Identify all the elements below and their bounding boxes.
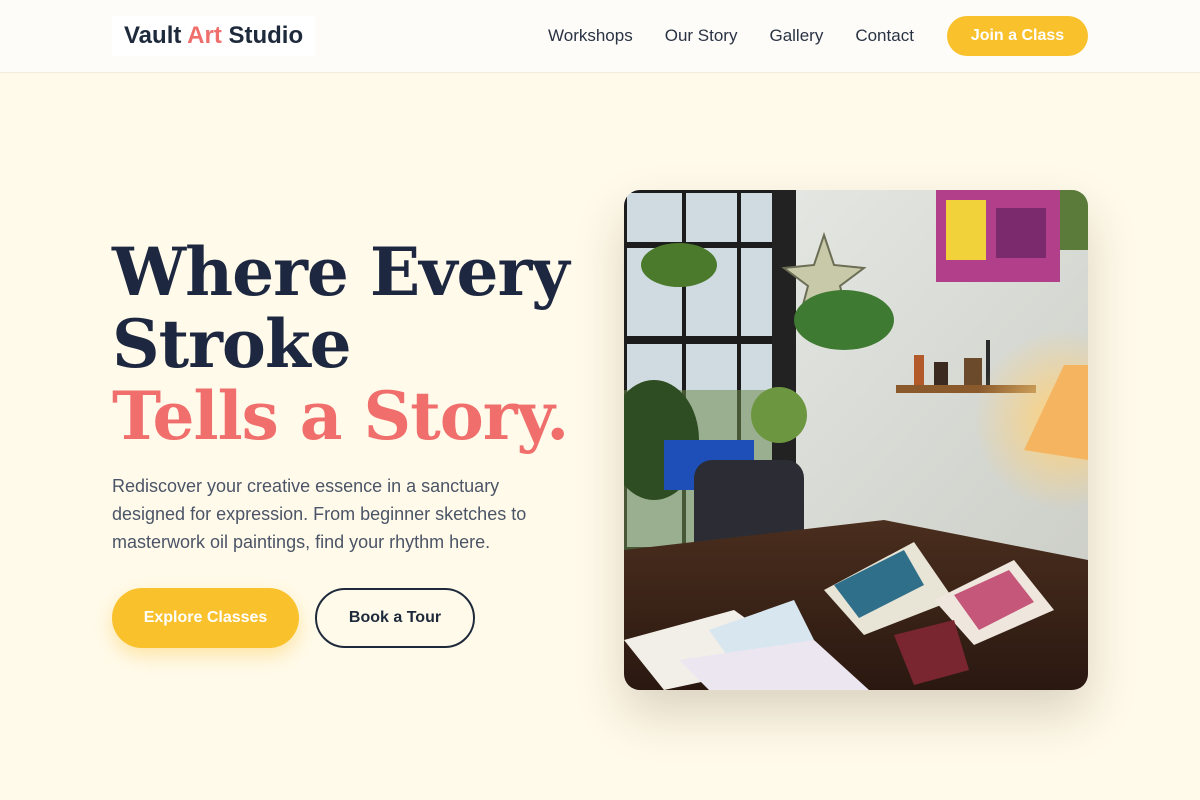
headline-line-2: Stroke bbox=[112, 305, 352, 383]
headline-line-1: Where Every bbox=[112, 233, 570, 311]
studio-photo-illustration bbox=[624, 190, 1088, 690]
nav-link-contact[interactable]: Contact bbox=[855, 26, 914, 46]
hero-description: Rediscover your creative essence in a sa… bbox=[112, 476, 527, 552]
site-header: Vault Art Studio Workshops Our Story Gal… bbox=[0, 0, 1200, 73]
logo-text-art: Art bbox=[187, 22, 222, 49]
hero-image bbox=[624, 190, 1088, 690]
join-class-button[interactable]: Join a Class bbox=[947, 16, 1088, 56]
main-nav: Workshops Our Story Gallery Contact bbox=[548, 0, 914, 72]
site-logo[interactable]: Vault Art Studio bbox=[112, 16, 316, 56]
hero-headline: Where Every Stroke Tells a Story. bbox=[112, 236, 592, 452]
headline-line-3: Tells a Story. bbox=[112, 377, 569, 455]
nav-link-gallery[interactable]: Gallery bbox=[769, 26, 823, 46]
book-tour-button[interactable]: Book a Tour bbox=[315, 588, 475, 648]
logo-text-vault: Vault bbox=[124, 22, 188, 49]
nav-link-our-story[interactable]: Our Story bbox=[665, 26, 738, 46]
nav-link-workshops[interactable]: Workshops bbox=[548, 26, 633, 46]
logo-text-studio: Studio bbox=[221, 22, 304, 49]
explore-classes-button[interactable]: Explore Classes bbox=[112, 588, 299, 648]
